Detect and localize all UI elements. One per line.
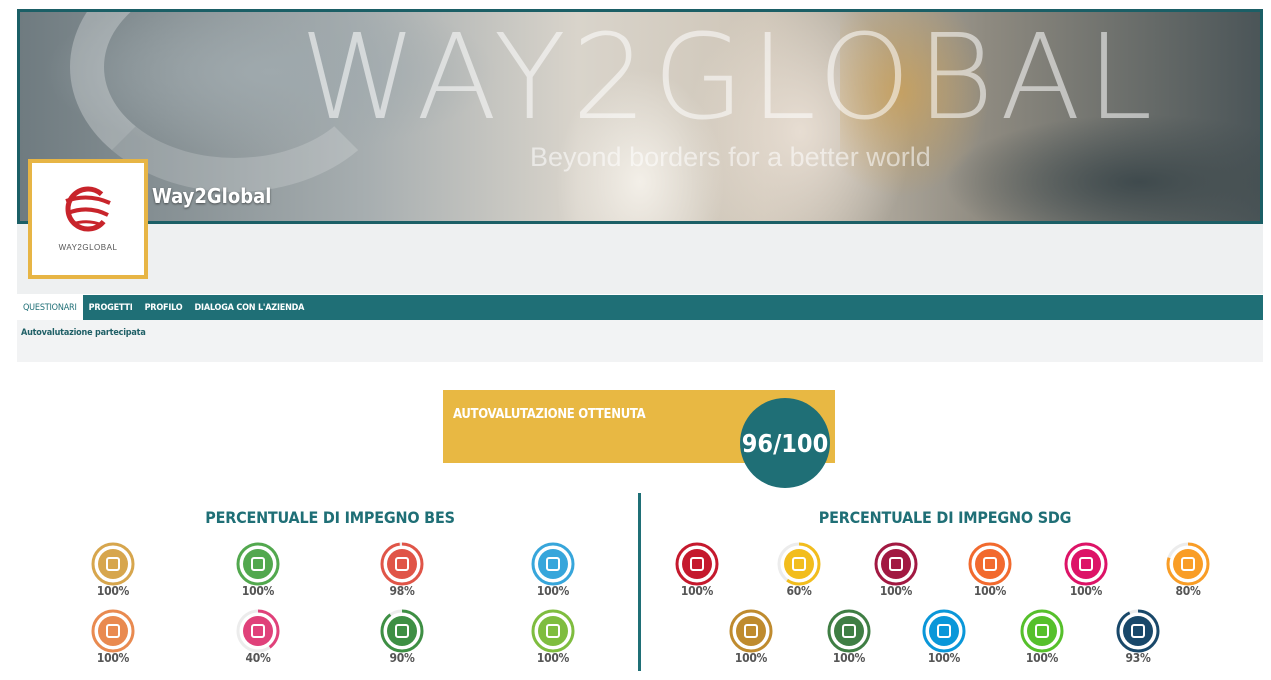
bes-gauge-8[interactable]: 100%: [530, 608, 576, 672]
sdg-gauge-percent: 100%: [1025, 651, 1059, 665]
sdg-gauge-1[interactable]: 100%: [674, 541, 720, 605]
sdg-climate-action-icon: [827, 609, 871, 653]
bes-gauge-percent: 100%: [96, 651, 130, 665]
sdg-peace-justice-icon: [1116, 609, 1160, 653]
company-logo: WAY2GLOBAL: [28, 159, 148, 279]
sdg-gauge-percent: 100%: [832, 651, 866, 665]
bes-gauge-1[interactable]: 100%: [90, 541, 136, 605]
bes-section-title: PERCENTUALE DI IMPEGNO BES: [205, 508, 455, 527]
score-value: 96/100: [740, 398, 830, 488]
section-divider: [638, 493, 641, 671]
banner-watermark-subtitle: Beyond borders for a better world: [530, 142, 931, 172]
bes-gauge-6[interactable]: 40%: [235, 608, 281, 672]
cover-banner: WAY2GLOBAL Beyond borders for a better w…: [17, 9, 1263, 224]
nav-tab-dialoga[interactable]: DIALOGA CON L'AZIENDA: [189, 295, 311, 320]
bes-gauge-percent: 40%: [245, 651, 271, 665]
bes-gauge-2[interactable]: 100%: [235, 541, 281, 605]
sdg-gauge-2[interactable]: 60%: [776, 541, 822, 605]
bes-gauge-percent: 98%: [389, 584, 415, 598]
sdg-gauge-11[interactable]: 93%: [1115, 608, 1161, 672]
work-life-icon: [236, 542, 280, 586]
heritage-icon: [236, 609, 280, 653]
bes-gauge-3[interactable]: 98%: [379, 541, 425, 605]
sdg-clean-energy-icon: [777, 542, 821, 586]
sdg-no-poverty-icon: [675, 542, 719, 586]
profile-band: [17, 224, 1263, 294]
globe-logo-icon: [65, 186, 111, 232]
sdg-gauge-7[interactable]: 100%: [728, 608, 774, 672]
score-title: AUTOVALUTAZIONE OTTENUTA: [453, 407, 646, 422]
sdg-gauge-percent: 100%: [973, 584, 1007, 598]
main-nav: QUESTIONARI PROGETTI PROFILO DIALOGA CON…: [17, 295, 1263, 320]
sdg-section-title: PERCENTUALE DI IMPEGNO SDG: [818, 508, 1072, 527]
nav-tab-profilo[interactable]: PROFILO: [139, 295, 189, 320]
bes-gauge-5[interactable]: 100%: [90, 608, 136, 672]
banner-watermark-title: WAY2GLOBAL: [300, 9, 1159, 146]
sdg-responsible-consumption-icon: [729, 609, 773, 653]
sdg-decent-work-icon: [874, 542, 918, 586]
sdg-gauge-5[interactable]: 100%: [1063, 541, 1109, 605]
economic-wellbeing-icon: [91, 609, 135, 653]
sdg-life-on-land-icon: [1020, 609, 1064, 653]
bes-gauge-percent: 100%: [96, 584, 130, 598]
bes-gauge-percent: 90%: [389, 651, 415, 665]
sdg-reduced-inequalities-icon: [1064, 542, 1108, 586]
nav-tab-progetti[interactable]: PROGETTI: [83, 295, 139, 320]
sdg-gauge-10[interactable]: 100%: [1019, 608, 1065, 672]
sdg-gauge-6[interactable]: 80%: [1165, 541, 1211, 605]
sdg-sustainable-cities-icon: [1166, 542, 1210, 586]
sdg-gauge-percent: 100%: [879, 584, 913, 598]
logo-wordmark: WAY2GLOBAL: [58, 243, 118, 252]
bes-gauge-percent: 100%: [536, 584, 570, 598]
sdg-gauge-percent: 80%: [1175, 584, 1201, 598]
sdg-gauge-percent: 100%: [927, 651, 961, 665]
sub-nav: Autovalutazione partecipata: [17, 320, 1263, 362]
nav-tab-questionari[interactable]: QUESTIONARI: [17, 295, 83, 320]
sdg-industry-icon: [968, 542, 1012, 586]
sdg-gauge-percent: 100%: [1069, 584, 1103, 598]
sdg-gauge-8[interactable]: 100%: [826, 608, 872, 672]
sdg-life-below-water-icon: [922, 609, 966, 653]
bes-gauge-percent: 100%: [241, 584, 275, 598]
bes-gauge-7[interactable]: 90%: [379, 608, 425, 672]
research-icon: [531, 609, 575, 653]
bes-gauge-4[interactable]: 100%: [530, 541, 576, 605]
well-being-icon: [380, 542, 424, 586]
subnav-item-autovalutazione[interactable]: Autovalutazione partecipata: [21, 328, 146, 338]
sdg-gauge-3[interactable]: 100%: [873, 541, 919, 605]
company-name: Way2Global: [152, 184, 272, 208]
sdg-gauge-9[interactable]: 100%: [921, 608, 967, 672]
sdg-gauge-4[interactable]: 100%: [967, 541, 1013, 605]
sdg-gauge-percent: 60%: [786, 584, 812, 598]
environment-icon: [380, 609, 424, 653]
bes-gauge-percent: 100%: [536, 651, 570, 665]
sdg-gauge-percent: 100%: [680, 584, 714, 598]
sdg-gauge-percent: 93%: [1125, 651, 1151, 665]
social-relations-icon: [531, 542, 575, 586]
education-icon: [91, 542, 135, 586]
sdg-gauge-percent: 100%: [734, 651, 768, 665]
